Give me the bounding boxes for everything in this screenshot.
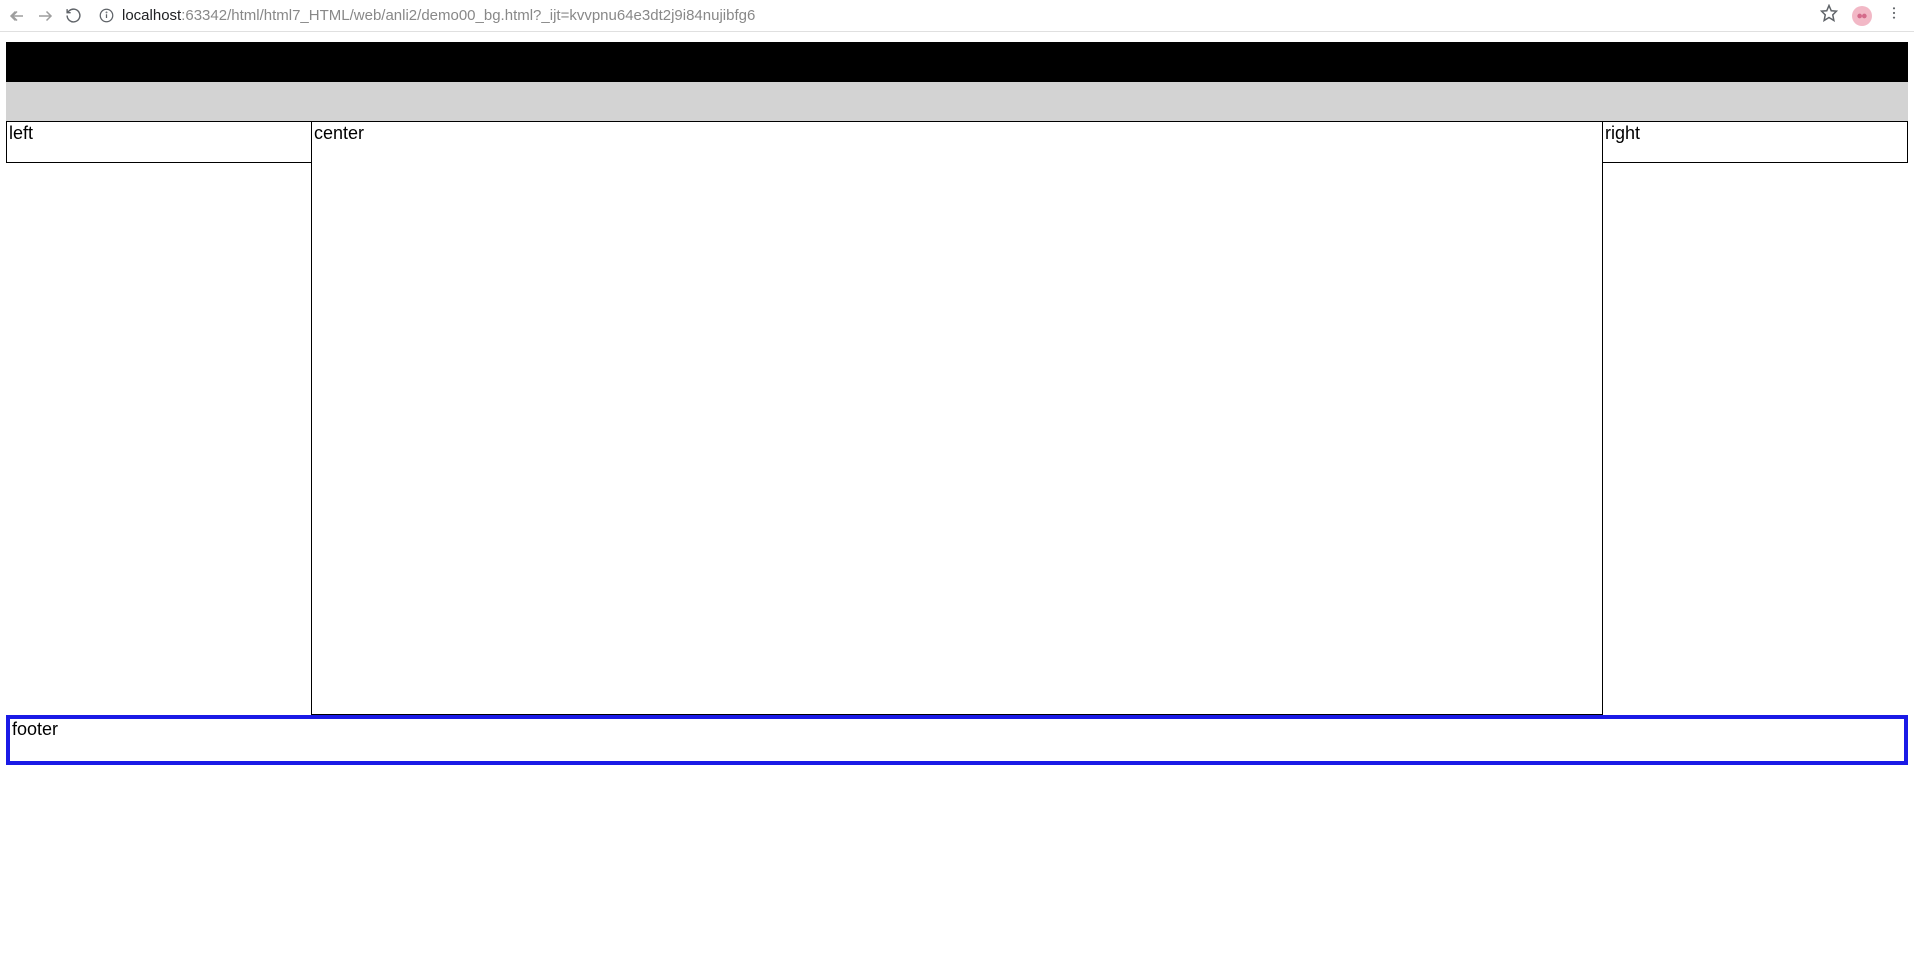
three-column-layout: left center right [6,122,1908,715]
right-column: right [1602,122,1908,163]
nav-buttons [8,7,82,25]
right-column-label: right [1605,123,1640,143]
page-content: left center right footer [0,32,1914,771]
address-bar[interactable]: localhost:63342/html/html7_HTML/web/anli… [94,7,1808,24]
header-sub-bar [6,82,1908,122]
star-icon [1820,4,1838,22]
forward-button[interactable] [36,7,54,25]
menu-button[interactable] [1886,5,1902,26]
profile-avatar[interactable] [1852,6,1872,26]
page-viewport: left center right footer [0,32,1914,980]
toolbar-right [1820,4,1906,27]
avatar-icon [1855,9,1869,23]
footer: footer [6,715,1908,765]
bookmark-button[interactable] [1820,4,1838,27]
footer-label: footer [12,719,58,739]
left-column-label: left [9,123,33,143]
back-button[interactable] [8,7,26,25]
url-host: localhost [122,7,181,24]
center-column: center [311,122,1603,715]
arrow-left-icon [8,7,26,25]
reload-icon [65,7,82,24]
center-column-label: center [314,123,364,143]
url-path: :63342/html/html7_HTML/web/anli2/demo00_… [181,7,755,24]
vertical-dots-icon [1886,5,1902,21]
header-top-bar [6,42,1908,82]
arrow-right-icon [36,7,54,25]
left-column: left [6,122,312,163]
url-text: localhost:63342/html/html7_HTML/web/anli… [122,7,755,24]
browser-toolbar: localhost:63342/html/html7_HTML/web/anli… [0,0,1914,32]
info-icon [99,8,114,23]
site-info-icon[interactable] [98,8,114,24]
reload-button[interactable] [64,7,82,25]
